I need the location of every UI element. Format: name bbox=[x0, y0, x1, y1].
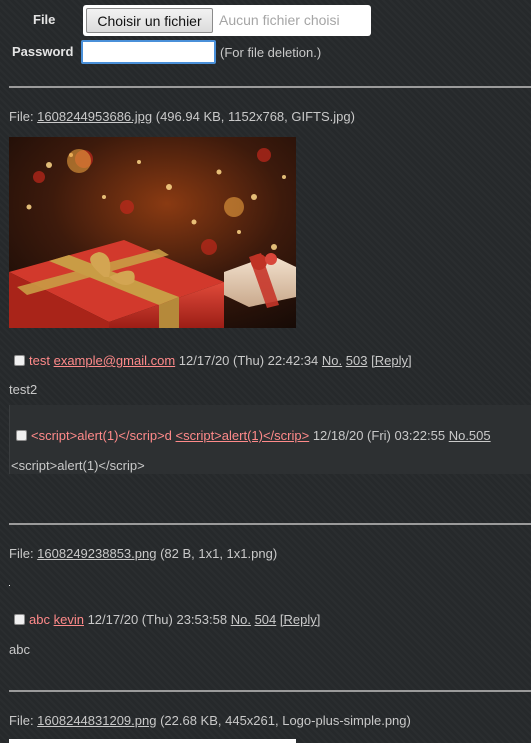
reply-header: <script>alert(1)</scrip>d <script>alert(… bbox=[16, 428, 491, 443]
password-input[interactable] bbox=[81, 40, 216, 64]
reply-link[interactable]: [Reply] bbox=[280, 612, 320, 627]
post-checkbox[interactable] bbox=[14, 355, 25, 366]
post-image-logo[interactable] bbox=[9, 739, 296, 743]
poster-name: test bbox=[29, 353, 50, 368]
post-header: abc kevin 12/17/20 (Thu) 23:53:58 No. 50… bbox=[14, 612, 320, 627]
post-checkbox[interactable] bbox=[14, 614, 25, 625]
post-header: test example@gmail.com 12/17/20 (Thu) 22… bbox=[14, 353, 412, 368]
divider bbox=[9, 86, 531, 88]
post-number[interactable]: 503 bbox=[346, 353, 368, 368]
file-meta: (82 B, 1x1, 1x1.png) bbox=[156, 546, 278, 561]
file-meta: (496.94 KB, 1152x768, GIFTS.jpg) bbox=[152, 109, 355, 124]
post-message: test2 bbox=[9, 382, 38, 397]
poster-email[interactable]: example@gmail.com bbox=[54, 353, 176, 368]
password-hint: (For file deletion.) bbox=[220, 45, 322, 60]
file-status-text: Aucun fichier choisi bbox=[219, 12, 340, 28]
poster-name: abc bbox=[29, 612, 50, 627]
reply-link[interactable]: [Reply] bbox=[371, 353, 411, 368]
reply-date: 12/18/20 (Fri) 03:22:55 bbox=[312, 428, 446, 443]
file-upload-field[interactable]: Choisir un fichier Aucun fichier choisi bbox=[83, 5, 371, 36]
file-info: File: 1608244953686.jpg (496.94 KB, 1152… bbox=[9, 109, 355, 124]
post-number-label[interactable]: No. bbox=[231, 612, 251, 627]
choose-file-button[interactable]: Choisir un fichier bbox=[86, 8, 213, 33]
post-date: 12/17/20 (Thu) 22:42:34 bbox=[178, 353, 319, 368]
file-prefix: File: bbox=[9, 109, 38, 124]
file-info: File: 1608249238853.png (82 B, 1x1, 1x1.… bbox=[9, 546, 277, 561]
file-prefix: File: bbox=[9, 546, 38, 561]
reply-post: <script>alert(1)</scrip>d <script>alert(… bbox=[9, 405, 531, 474]
reply-subject: <script>alert(1)</scrip>d bbox=[31, 428, 172, 443]
poster-email[interactable]: kevin bbox=[54, 612, 84, 627]
file-link[interactable]: 1608249238853.png bbox=[37, 546, 156, 561]
file-info: File: 1608244831209.png (22.68 KB, 445x2… bbox=[9, 713, 411, 728]
file-link[interactable]: 1608244831209.png bbox=[37, 713, 156, 728]
post-image-1x1[interactable] bbox=[9, 585, 10, 586]
divider bbox=[9, 690, 531, 692]
file-meta: (22.68 KB, 445x261, Logo-plus-simple.png… bbox=[156, 713, 411, 728]
post-image-gifts[interactable] bbox=[9, 137, 296, 328]
reply-name[interactable]: <script>alert(1)</scrip> bbox=[176, 428, 310, 443]
reply-message: <script>alert(1)</scrip> bbox=[11, 458, 145, 473]
reply-number[interactable]: No.505 bbox=[449, 428, 491, 443]
post-date: 12/17/20 (Thu) 23:53:58 bbox=[87, 612, 228, 627]
reply-checkbox[interactable] bbox=[16, 430, 27, 441]
password-label: Password bbox=[12, 44, 74, 59]
post-number[interactable]: 504 bbox=[255, 612, 277, 627]
gift-photo bbox=[9, 137, 296, 328]
file-label: File bbox=[33, 12, 56, 27]
post-message: abc bbox=[9, 642, 30, 657]
divider bbox=[9, 523, 531, 525]
file-link[interactable]: 1608244953686.jpg bbox=[37, 109, 152, 124]
file-prefix: File: bbox=[9, 713, 38, 728]
post-number-label[interactable]: No. bbox=[322, 353, 342, 368]
